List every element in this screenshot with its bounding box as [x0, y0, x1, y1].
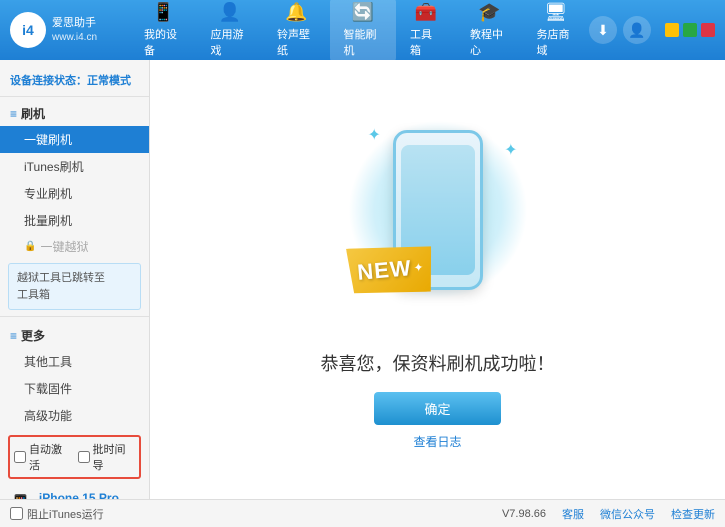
auto-actions-bar: 自动激活 批时间导: [8, 435, 141, 479]
tab-tutorial[interactable]: 🎓 教程中心: [456, 0, 523, 62]
auto-import-checkbox[interactable]: 批时间导: [78, 441, 136, 473]
footer-link-service[interactable]: 客服: [562, 506, 584, 522]
footer-left: 阻止iTunes运行: [10, 506, 104, 522]
sidebar-item-itunes-brush[interactable]: iTunes刷机: [0, 153, 149, 180]
device-phone-icon: 📱: [8, 493, 33, 499]
ribbon-shape: NEW ✦: [345, 241, 434, 298]
tab-app-game[interactable]: 👤 应用游戏: [197, 0, 264, 62]
tab-ringtone[interactable]: 🔔 铃声壁纸: [263, 0, 330, 62]
tutorial-icon: 🎓: [478, 2, 500, 23]
sidebar-divider: [0, 316, 149, 317]
footer-link-wechat[interactable]: 微信公众号: [600, 506, 655, 522]
footer-bar: 阻止iTunes运行 V7.98.66 客服 微信公众号 检查更新: [0, 499, 725, 527]
ringtone-icon: 🔔: [285, 2, 307, 23]
brush-group-icon: ≡: [10, 107, 17, 121]
footer-link-update[interactable]: 检查更新: [671, 506, 715, 522]
device-info: iPhone 15 Pro Max 512GB iPhone: [39, 491, 141, 499]
new-ribbon: NEW ✦: [348, 245, 438, 300]
success-title: 恭喜您，保资料刷机成功啦！: [321, 350, 555, 376]
auto-import-input[interactable]: [78, 451, 90, 463]
content-area: ✦ ✦ ✦ NEW ✦ 恭喜您，保资料刷机成功啦！ 确定 查看日志: [150, 60, 725, 499]
nav-tabs: 📱 我的设备 👤 应用游戏 🔔 铃声壁纸 🔄 智能刷机 🧰 工具箱 🎓 教程中心…: [130, 0, 589, 62]
logo-text: 爱思助手 www.i4.cn: [52, 16, 97, 43]
logo-area: i4 爱思助手 www.i4.cn: [10, 12, 130, 48]
sidebar-item-advanced[interactable]: 高级功能: [0, 402, 149, 429]
minimize-button[interactable]: [665, 23, 679, 37]
sidebar-notice: 越狱工具已跳转至工具箱: [8, 263, 141, 310]
footer-right: V7.98.66 客服 微信公众号 检查更新: [502, 506, 715, 522]
brush-group-title: ≡ 刷机: [0, 101, 149, 126]
device-name: iPhone 15 Pro Max: [39, 491, 141, 499]
my-device-icon: 📱: [152, 2, 174, 23]
version-label: V7.98.66: [502, 508, 546, 520]
maximize-button[interactable]: [683, 23, 697, 37]
itunes-checkbox-input[interactable]: [10, 507, 23, 520]
device-item: 📱 iPhone 15 Pro Max 512GB iPhone: [8, 487, 141, 499]
confirm-button[interactable]: 确定: [374, 392, 500, 425]
tab-my-device[interactable]: 📱 我的设备: [130, 0, 197, 62]
sidebar-item-other-tools[interactable]: 其他工具: [0, 348, 149, 375]
service-icon: 🖥: [544, 2, 567, 23]
logo-icon: i4: [10, 12, 46, 48]
auto-activate-checkbox[interactable]: 自动激活: [14, 441, 72, 473]
sidebar: 设备连接状态：正常模式 ≡ 刷机 一键刷机 iTunes刷机 专业刷机 批量刷机…: [0, 60, 150, 499]
auto-activate-input[interactable]: [14, 451, 26, 463]
sidebar-item-jailbreak: 🔒 一键越狱: [0, 234, 149, 259]
main-layout: 设备连接状态：正常模式 ≡ 刷机 一键刷机 iTunes刷机 专业刷机 批量刷机…: [0, 60, 725, 499]
sidebar-item-pro-brush[interactable]: 专业刷机: [0, 180, 149, 207]
tab-service[interactable]: 🖥 务店商域: [523, 0, 590, 62]
more-group-title: ≡ 更多: [0, 323, 149, 348]
header: i4 爱思助手 www.i4.cn 📱 我的设备 👤 应用游戏 🔔 铃声壁纸 🔄…: [0, 0, 725, 60]
close-button[interactable]: [701, 23, 715, 37]
tab-toolbox[interactable]: 🧰 工具箱: [396, 0, 456, 62]
sparkle-icon-2: ✦: [504, 140, 517, 160]
itunes-checkbox[interactable]: 阻止iTunes运行: [10, 506, 104, 522]
log-link[interactable]: 查看日志: [413, 433, 461, 450]
tab-smart-brush[interactable]: 🔄 智能刷机: [330, 0, 397, 62]
header-actions: ⬇ 👤: [589, 16, 715, 44]
sparkle-icon-1: ✦: [368, 125, 381, 145]
user-button[interactable]: 👤: [623, 16, 651, 44]
toolbox-icon: 🧰: [415, 2, 437, 23]
sidebar-item-one-key-brush[interactable]: 一键刷机: [0, 126, 149, 153]
sidebar-item-download-fw[interactable]: 下载固件: [0, 375, 149, 402]
more-group-icon: ≡: [10, 329, 17, 343]
download-button[interactable]: ⬇: [589, 16, 617, 44]
smart-brush-icon: 🔄: [352, 2, 374, 23]
window-controls: [665, 23, 715, 37]
app-game-icon: 👤: [219, 2, 241, 23]
sidebar-item-batch-brush[interactable]: 批量刷机: [0, 207, 149, 234]
sidebar-status: 设备连接状态：正常模式: [0, 68, 149, 97]
phone-illustration: ✦ ✦ ✦ NEW ✦: [338, 110, 538, 330]
